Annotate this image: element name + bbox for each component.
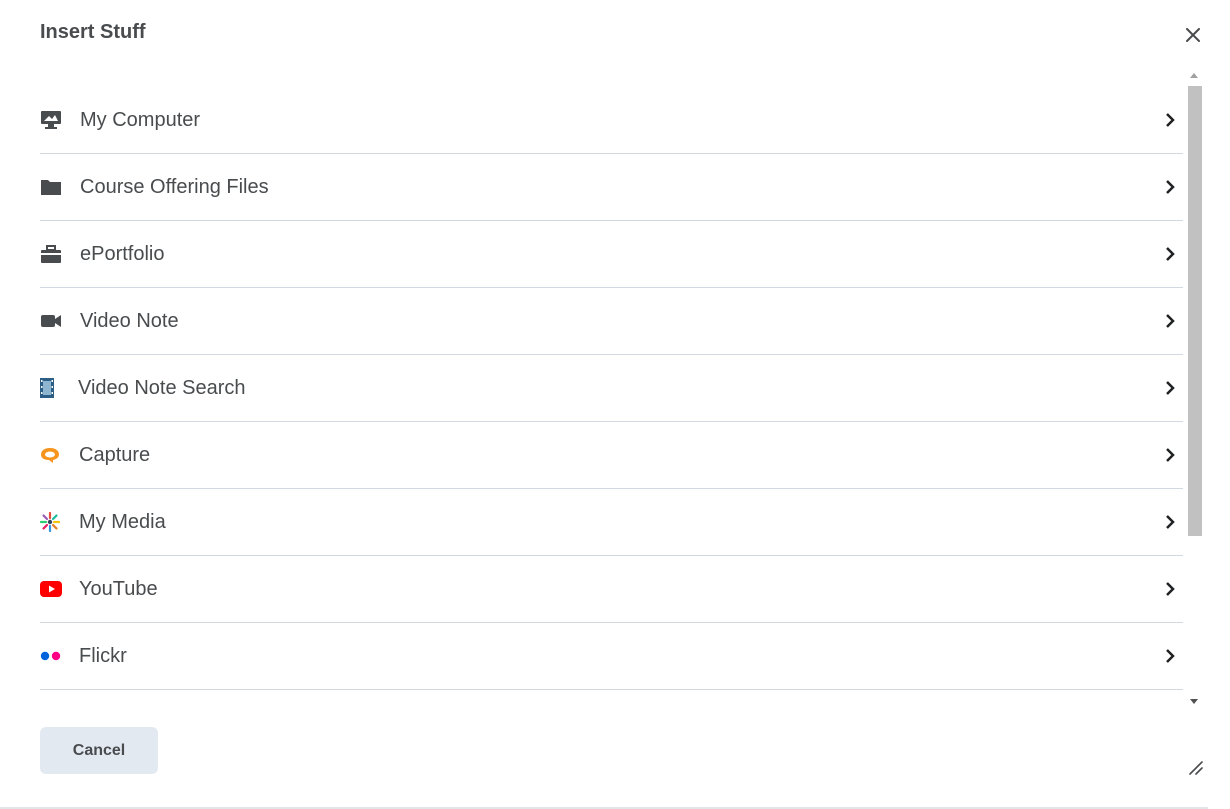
- list-item-my-computer[interactable]: My Computer: [40, 87, 1183, 154]
- list-item-label: YouTube: [79, 577, 158, 600]
- scroll-up-arrow-icon[interactable]: [1185, 66, 1202, 83]
- close-button[interactable]: [1180, 22, 1206, 48]
- list-item-label: My Media: [79, 510, 166, 533]
- dialog-title: Insert Stuff: [40, 21, 146, 43]
- list-item-eportfolio[interactable]: ePortfolio: [40, 221, 1183, 288]
- list-item-capture[interactable]: Capture: [40, 422, 1183, 489]
- chevron-right-icon: [1166, 247, 1175, 261]
- computer-icon: [40, 110, 80, 130]
- list-item-label: Course Offering Files: [80, 175, 269, 198]
- my-media-icon: [40, 512, 79, 532]
- video-camera-icon: [40, 314, 80, 328]
- list-item-label: Video Note Search: [78, 376, 246, 399]
- list-item-label: ePortfolio: [80, 242, 165, 265]
- resize-handle-icon[interactable]: [1186, 758, 1204, 776]
- chevron-right-icon: [1166, 649, 1175, 663]
- youtube-icon: [40, 581, 79, 597]
- list-item-label: My Computer: [80, 108, 201, 131]
- cancel-button[interactable]: Cancel: [40, 727, 158, 774]
- list-item-label: Capture: [79, 443, 151, 466]
- chevron-right-icon: [1166, 448, 1175, 462]
- list-item-youtube[interactable]: YouTube: [40, 556, 1183, 623]
- folder-icon: [40, 178, 80, 196]
- chevron-right-icon: [1166, 314, 1175, 328]
- chevron-right-icon: [1166, 515, 1175, 529]
- close-icon: [1186, 28, 1200, 42]
- chevron-right-icon: [1166, 180, 1175, 194]
- list-item-label: Flickr: [79, 644, 127, 667]
- chevron-right-icon: [1166, 381, 1175, 395]
- scroll-down-arrow-icon[interactable]: [1185, 693, 1202, 710]
- film-icon: [40, 378, 78, 398]
- briefcase-icon: [40, 244, 80, 264]
- list-item-my-media[interactable]: My Media: [40, 489, 1183, 556]
- list-item-label: Video Note: [80, 309, 179, 332]
- insert-stuff-dialog: Insert Stuff My Computer Course Offering…: [0, 0, 1230, 809]
- list-item-video-note-search[interactable]: Video Note Search: [40, 355, 1183, 422]
- vertical-scrollbar[interactable]: [1185, 66, 1202, 710]
- capture-icon: [40, 446, 79, 464]
- scrollbar-thumb[interactable]: [1188, 86, 1202, 536]
- list-item-video-note[interactable]: Video Note: [40, 288, 1183, 355]
- chevron-right-icon: [1166, 113, 1175, 127]
- list-item-course-offering-files[interactable]: Course Offering Files: [40, 154, 1183, 221]
- list-item-flickr[interactable]: Flickr: [40, 623, 1183, 690]
- flickr-icon: [40, 651, 79, 661]
- source-list: My Computer Course Offering Files ePortf…: [40, 87, 1183, 691]
- chevron-right-icon: [1166, 582, 1175, 596]
